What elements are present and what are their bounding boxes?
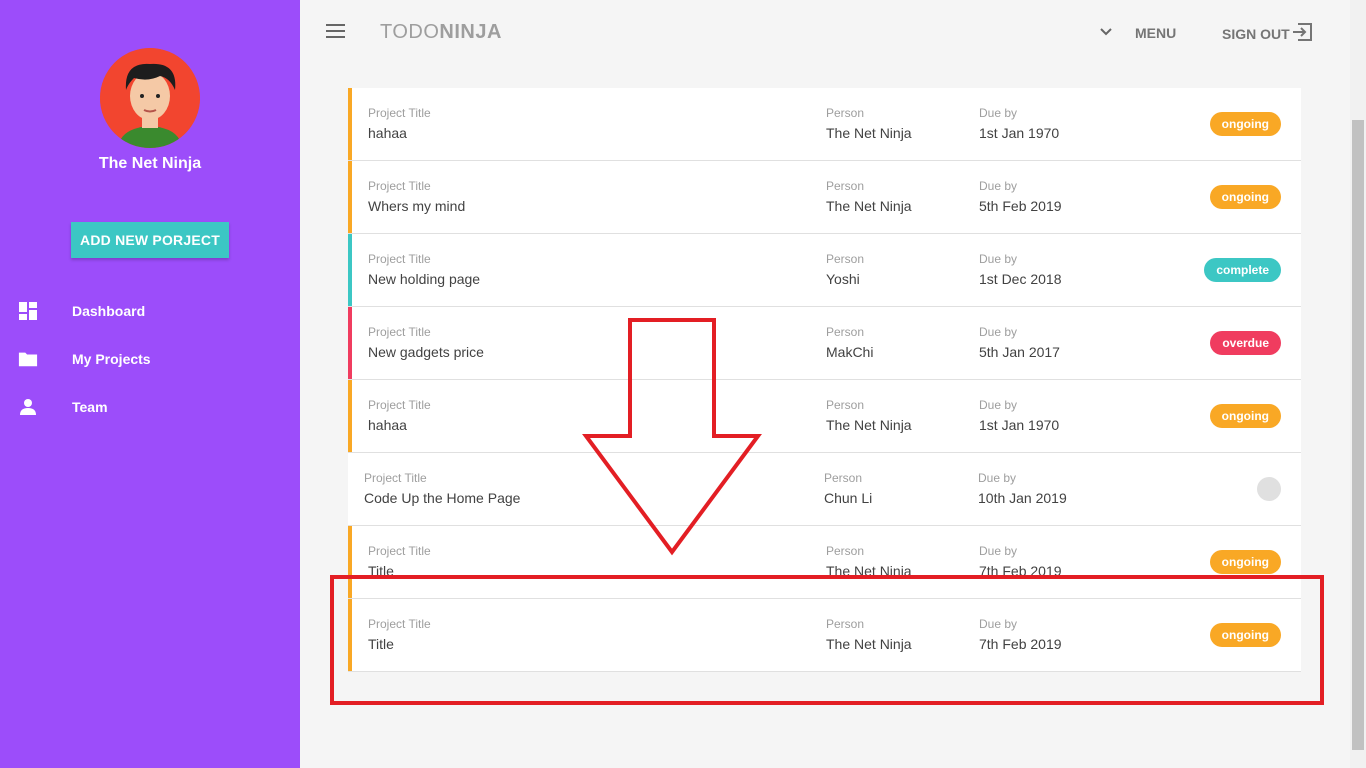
status-badge-empty [1257, 477, 1281, 501]
project-person: Chun Li [824, 490, 873, 506]
person-icon [18, 397, 38, 417]
sidebar-item-team[interactable]: Team [0, 387, 300, 427]
project-person: The Net Ninja [826, 198, 912, 214]
project-title-caption: Project Title [368, 325, 431, 339]
person-caption: Person [826, 544, 865, 558]
project-person: The Net Ninja [826, 563, 912, 579]
project-due: 10th Jan 2019 [978, 490, 1067, 506]
status-badge: complete [1204, 258, 1281, 282]
status-stripe [348, 234, 352, 306]
project-person: The Net Ninja [826, 417, 912, 433]
person-caption: Person [826, 617, 865, 631]
exit-icon [1292, 23, 1312, 41]
due-caption: Due by [979, 106, 1018, 120]
sidebar-item-my-projects[interactable]: My Projects [0, 339, 300, 379]
scrollbar-thumb[interactable] [1352, 120, 1364, 750]
person-caption: Person [826, 179, 865, 193]
folder-icon [18, 349, 38, 369]
due-caption: Due by [979, 179, 1018, 193]
due-caption: Due by [978, 471, 1017, 485]
project-title-caption: Project Title [368, 179, 431, 193]
due-caption: Due by [979, 617, 1018, 631]
project-title-caption: Project Title [368, 106, 431, 120]
person-caption: Person [824, 471, 863, 485]
project-title-caption: Project Title [364, 471, 427, 485]
project-person: Yoshi [826, 271, 860, 287]
project-title: hahaa [368, 125, 407, 141]
status-badge: ongoing [1209, 550, 1281, 574]
project-row: Project Title Whers my mind Person The N… [348, 161, 1301, 234]
sidebar-item-label: Team [72, 399, 108, 415]
project-person: The Net Ninja [826, 125, 912, 141]
brand-light-text: TODO [380, 21, 440, 43]
dashboard-icon [18, 301, 38, 321]
status-stripe [348, 380, 352, 452]
project-due: 1st Jan 1970 [979, 417, 1060, 433]
project-title-caption: Project Title [368, 544, 431, 558]
status-badge: ongoing [1209, 112, 1281, 136]
status-badge: ongoing [1209, 185, 1281, 209]
status-stripe [348, 161, 352, 233]
project-due: 5th Feb 2019 [979, 198, 1062, 214]
status-badge: ongoing [1209, 404, 1281, 428]
project-row: Project Title hahaa Person The Net Ninja… [348, 380, 1301, 453]
project-title: Code Up the Home Page [364, 490, 521, 506]
project-due: 1st Dec 2018 [979, 271, 1062, 287]
sidebar: The Net Ninja ADD NEW PORJECT Dashboard … [0, 0, 300, 768]
brand-bold-text: NINJA [439, 21, 502, 43]
status-stripe [348, 88, 352, 160]
status-stripe [348, 599, 352, 671]
project-due: 1st Jan 1970 [979, 125, 1060, 141]
person-caption: Person [826, 106, 865, 120]
due-caption: Due by [979, 325, 1018, 339]
project-person: The Net Ninja [826, 636, 912, 652]
project-title-caption: Project Title [368, 398, 431, 412]
due-caption: Due by [979, 544, 1018, 558]
menu-icon[interactable] [326, 24, 346, 40]
sidebar-item-label: Dashboard [72, 303, 146, 319]
sign-out-label: SIGN OUT [1222, 25, 1290, 42]
project-due: 7th Feb 2019 [979, 636, 1062, 652]
sidebar-item-dashboard[interactable]: Dashboard [0, 291, 300, 331]
sidebar-item-label: My Projects [72, 351, 151, 367]
person-caption: Person [826, 325, 865, 339]
project-title: New holding page [368, 271, 481, 287]
project-person: MakChi [826, 344, 874, 360]
menu-button[interactable]: MENU [1135, 25, 1176, 41]
project-row: Project Title New holding page Person Yo… [348, 234, 1301, 307]
project-row: Project Title Title Person The Net Ninja… [348, 526, 1301, 599]
chevron-down-icon[interactable] [1098, 24, 1114, 40]
due-caption: Due by [979, 398, 1018, 412]
project-row: Project Title Code Up the Home Page Pers… [348, 453, 1301, 526]
project-title-caption: Project Title [368, 252, 431, 266]
project-row: Project Title hahaa Person The Net Ninja… [348, 88, 1301, 161]
person-caption: Person [826, 398, 865, 412]
status-badge: overdue [1210, 331, 1281, 355]
person-caption: Person [826, 252, 865, 266]
project-title: New gadgets price [368, 344, 484, 360]
due-caption: Due by [979, 252, 1018, 266]
project-due: 5th Jan 2017 [979, 344, 1060, 360]
app-title: TODONINJA [380, 21, 502, 44]
avatar [100, 48, 200, 148]
sign-out-button[interactable]: SIGN OUT [1222, 23, 1314, 42]
status-stripe [348, 526, 352, 598]
project-title: Whers my mind [368, 198, 466, 214]
add-new-project-button[interactable]: ADD NEW PORJECT [71, 222, 229, 258]
project-title: hahaa [368, 417, 407, 433]
project-title: Title [368, 636, 394, 652]
user-name: The Net Ninja [98, 155, 202, 172]
project-title: Title [368, 563, 394, 579]
status-stripe [348, 307, 352, 379]
project-due: 7th Feb 2019 [979, 563, 1062, 579]
project-row: Project Title Title Person The Net Ninja… [348, 599, 1301, 672]
status-badge: ongoing [1209, 623, 1281, 647]
toolbar: TODONINJA MENU SIGN OUT [300, 0, 1350, 64]
project-row: Project Title New gadgets price Person M… [348, 307, 1301, 380]
project-title-caption: Project Title [368, 617, 431, 631]
